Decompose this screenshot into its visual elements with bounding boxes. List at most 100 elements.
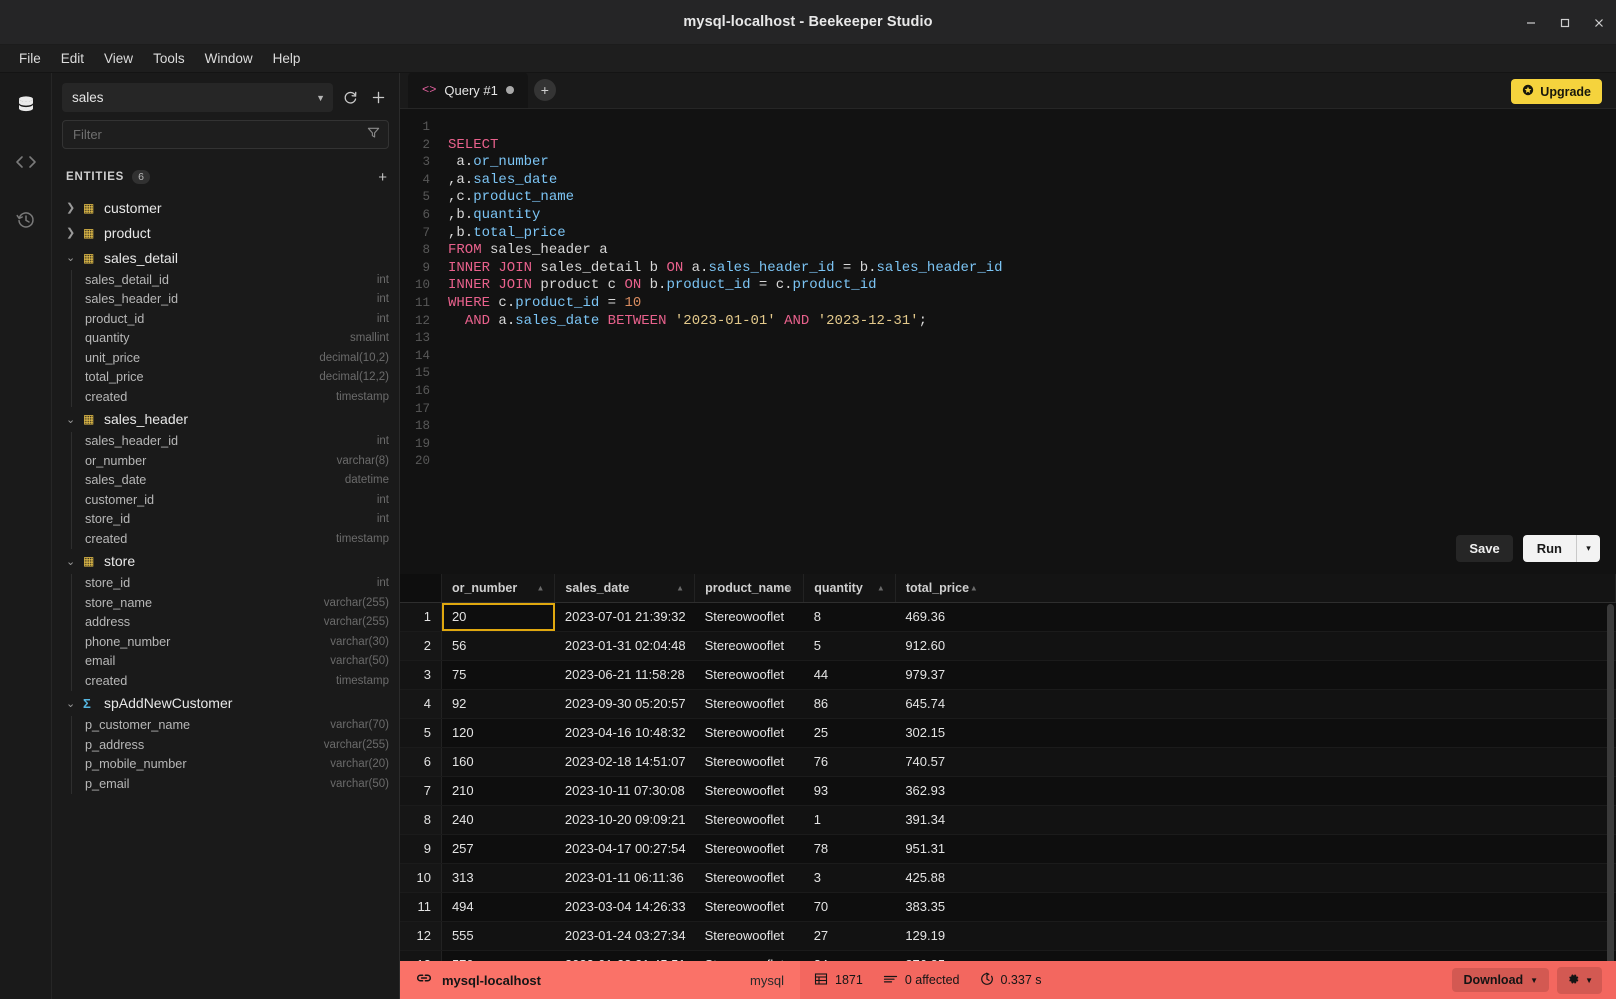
run-button[interactable]: Run bbox=[1522, 535, 1576, 562]
table-row[interactable]: 4 92 2023-09-30 05:20:57 Stereowooflet 86 645… bbox=[400, 689, 1616, 719]
tree-item-product[interactable]: ❯ ▦ product bbox=[52, 220, 399, 245]
cell-quantity[interactable]: 3 bbox=[803, 863, 896, 893]
cell-total-price[interactable]: 391.34 bbox=[895, 805, 1616, 835]
add-connection-icon[interactable] bbox=[367, 86, 389, 110]
results-scrollbar[interactable] bbox=[1607, 604, 1614, 961]
cell-total-price[interactable]: 876.85 bbox=[895, 950, 1616, 961]
cell-product-name[interactable]: Stereowooflet bbox=[694, 892, 804, 922]
cell-sales-date[interactable]: 2023-06-21 11:58:28 bbox=[554, 660, 695, 690]
cell-product-name[interactable]: Stereowooflet bbox=[694, 660, 804, 690]
column-header-sales-date[interactable]: sales_date ▲ bbox=[554, 574, 696, 603]
column-row[interactable]: p_mobile_number varchar(20) bbox=[72, 755, 399, 775]
cell-sales-date[interactable]: 2023-01-28 21:45:51 bbox=[554, 950, 695, 961]
column-row[interactable]: sales_date datetime bbox=[72, 471, 399, 491]
results-grid[interactable]: or_number ▲ sales_date ▲ product_name ▲ bbox=[400, 574, 1616, 961]
cell-total-price[interactable]: 645.74 bbox=[895, 689, 1616, 719]
cell-or-number[interactable]: 56 bbox=[441, 631, 555, 661]
tab-query-1[interactable]: <> Query #1 bbox=[408, 72, 528, 108]
column-row[interactable]: p_customer_name varchar(70) bbox=[72, 716, 399, 736]
cell-sales-date[interactable]: 2023-01-31 02:04:48 bbox=[554, 631, 695, 661]
table-row[interactable]: 11 494 2023-03-04 14:26:33 Stereowooflet 70 3… bbox=[400, 892, 1616, 922]
table-row[interactable]: 10 313 2023-01-11 06:11:36 Stereowooflet 3 42… bbox=[400, 863, 1616, 893]
cell-sales-date[interactable]: 2023-04-16 10:48:32 bbox=[554, 718, 695, 748]
unsaved-dot-icon[interactable] bbox=[505, 86, 514, 94]
cell-quantity[interactable]: 1 bbox=[803, 805, 896, 835]
table-row[interactable]: 1 20 2023-07-01 21:39:32 Stereowooflet 8 469.… bbox=[400, 602, 1616, 632]
cell-quantity[interactable]: 84 bbox=[803, 950, 896, 961]
upgrade-button[interactable]: Upgrade bbox=[1511, 79, 1602, 104]
table-row[interactable]: 7 210 2023-10-11 07:30:08 Stereowooflet 93 36… bbox=[400, 776, 1616, 806]
column-header-quantity[interactable]: quantity ▲ bbox=[803, 574, 896, 603]
cell-or-number[interactable]: 92 bbox=[441, 689, 555, 719]
cell-or-number[interactable]: 160 bbox=[441, 747, 555, 777]
sort-asc-icon[interactable]: ▲ bbox=[537, 583, 545, 592]
add-entity-icon[interactable]: + bbox=[378, 170, 387, 185]
table-row[interactable]: 6 160 2023-02-18 14:51:07 Stereowooflet 76 74… bbox=[400, 747, 1616, 777]
cell-quantity[interactable]: 76 bbox=[803, 747, 896, 777]
cell-product-name[interactable]: Stereowooflet bbox=[694, 602, 804, 632]
editor-code[interactable]: SELECT a.or_number ,a.sales_date ,c.prod… bbox=[436, 109, 1616, 574]
menu-edit[interactable]: Edit bbox=[52, 47, 93, 70]
save-button[interactable]: Save bbox=[1456, 535, 1513, 562]
table-row[interactable]: 5 120 2023-04-16 10:48:32 Stereowooflet 25 30… bbox=[400, 718, 1616, 748]
cell-total-price[interactable]: 912.60 bbox=[895, 631, 1616, 661]
column-row[interactable]: or_number varchar(8) bbox=[72, 451, 399, 471]
minimize-icon[interactable] bbox=[1514, 0, 1548, 45]
cell-or-number[interactable]: 240 bbox=[441, 805, 555, 835]
new-tab-button[interactable]: + bbox=[533, 79, 556, 101]
cell-sales-date[interactable]: 2023-03-04 14:26:33 bbox=[554, 892, 695, 922]
column-row[interactable]: created timestamp bbox=[72, 529, 399, 549]
cell-or-number[interactable]: 210 bbox=[441, 776, 555, 806]
column-row[interactable]: product_id int bbox=[72, 309, 399, 329]
cell-total-price[interactable]: 129.19 bbox=[895, 921, 1616, 951]
funnel-icon[interactable] bbox=[367, 126, 380, 144]
column-row[interactable]: quantity smallint bbox=[72, 329, 399, 349]
run-options-caret-icon[interactable]: ▾ bbox=[1576, 535, 1600, 562]
cell-product-name[interactable]: Stereowooflet bbox=[694, 747, 804, 777]
cell-total-price[interactable]: 362.93 bbox=[895, 776, 1616, 806]
download-button[interactable]: Download ▼ bbox=[1452, 968, 1550, 992]
table-row[interactable]: 135702023-01-28 21:45:51Stereowooflet848… bbox=[400, 950, 1616, 961]
cell-sales-date[interactable]: 2023-01-24 03:27:34 bbox=[554, 921, 695, 951]
cell-sales-date[interactable]: 2023-09-30 05:20:57 bbox=[554, 689, 695, 719]
cell-or-number[interactable]: 313 bbox=[441, 863, 555, 893]
sort-asc-icon[interactable]: ▲ bbox=[877, 583, 885, 592]
cell-product-name[interactable]: Stereowooflet bbox=[694, 863, 804, 893]
menu-window[interactable]: Window bbox=[196, 47, 262, 70]
cell-total-price[interactable]: 302.15 bbox=[895, 718, 1616, 748]
cell-or-number[interactable]: 555 bbox=[441, 921, 555, 951]
code-icon[interactable] bbox=[7, 145, 45, 179]
cell-or-number[interactable]: 257 bbox=[441, 834, 555, 864]
selection-handle[interactable] bbox=[551, 627, 555, 630]
tree-item-spaddnewcustomer[interactable]: ⌄ Σ spAddNewCustomer bbox=[52, 691, 399, 716]
refresh-icon[interactable] bbox=[339, 86, 361, 110]
menu-file[interactable]: File bbox=[10, 47, 50, 70]
cell-quantity[interactable]: 27 bbox=[803, 921, 896, 951]
cell-sales-date[interactable]: 2023-01-11 06:11:36 bbox=[554, 863, 695, 893]
table-row[interactable]: 3 75 2023-06-21 11:58:28 Stereowooflet 44 979… bbox=[400, 660, 1616, 690]
menu-help[interactable]: Help bbox=[264, 47, 310, 70]
maximize-icon[interactable] bbox=[1548, 0, 1582, 45]
cell-product-name[interactable]: Stereowooflet bbox=[694, 718, 804, 748]
cell-total-price[interactable]: 383.35 bbox=[895, 892, 1616, 922]
cell-total-price[interactable]: 979.37 bbox=[895, 660, 1616, 690]
cell-quantity[interactable]: 93 bbox=[803, 776, 896, 806]
cell-total-price[interactable]: 740.57 bbox=[895, 747, 1616, 777]
settings-button[interactable]: ▼ bbox=[1557, 966, 1602, 994]
menu-tools[interactable]: Tools bbox=[144, 47, 194, 70]
column-row[interactable]: email varchar(50) bbox=[72, 652, 399, 672]
column-row[interactable]: p_email varchar(50) bbox=[72, 774, 399, 794]
cell-or-number[interactable]: 20 bbox=[441, 602, 555, 632]
column-row[interactable]: sales_detail_id int bbox=[72, 270, 399, 290]
cell-sales-date[interactable]: 2023-07-01 21:39:32 bbox=[554, 602, 695, 632]
cell-sales-date[interactable]: 2023-10-20 09:09:21 bbox=[554, 805, 695, 835]
column-row[interactable]: sales_header_id int bbox=[72, 290, 399, 310]
column-row[interactable]: store_name varchar(255) bbox=[72, 593, 399, 613]
cell-total-price[interactable]: 469.36 bbox=[895, 602, 1616, 632]
cell-quantity[interactable]: 86 bbox=[803, 689, 896, 719]
column-header-product-name[interactable]: product_name ▲ bbox=[694, 574, 805, 603]
cell-product-name[interactable]: Stereowooflet bbox=[694, 631, 804, 661]
table-row[interactable]: 2 56 2023-01-31 02:04:48 Stereowooflet 5 912.… bbox=[400, 631, 1616, 661]
cell-or-number[interactable]: 75 bbox=[441, 660, 555, 690]
cell-or-number[interactable]: 494 bbox=[441, 892, 555, 922]
